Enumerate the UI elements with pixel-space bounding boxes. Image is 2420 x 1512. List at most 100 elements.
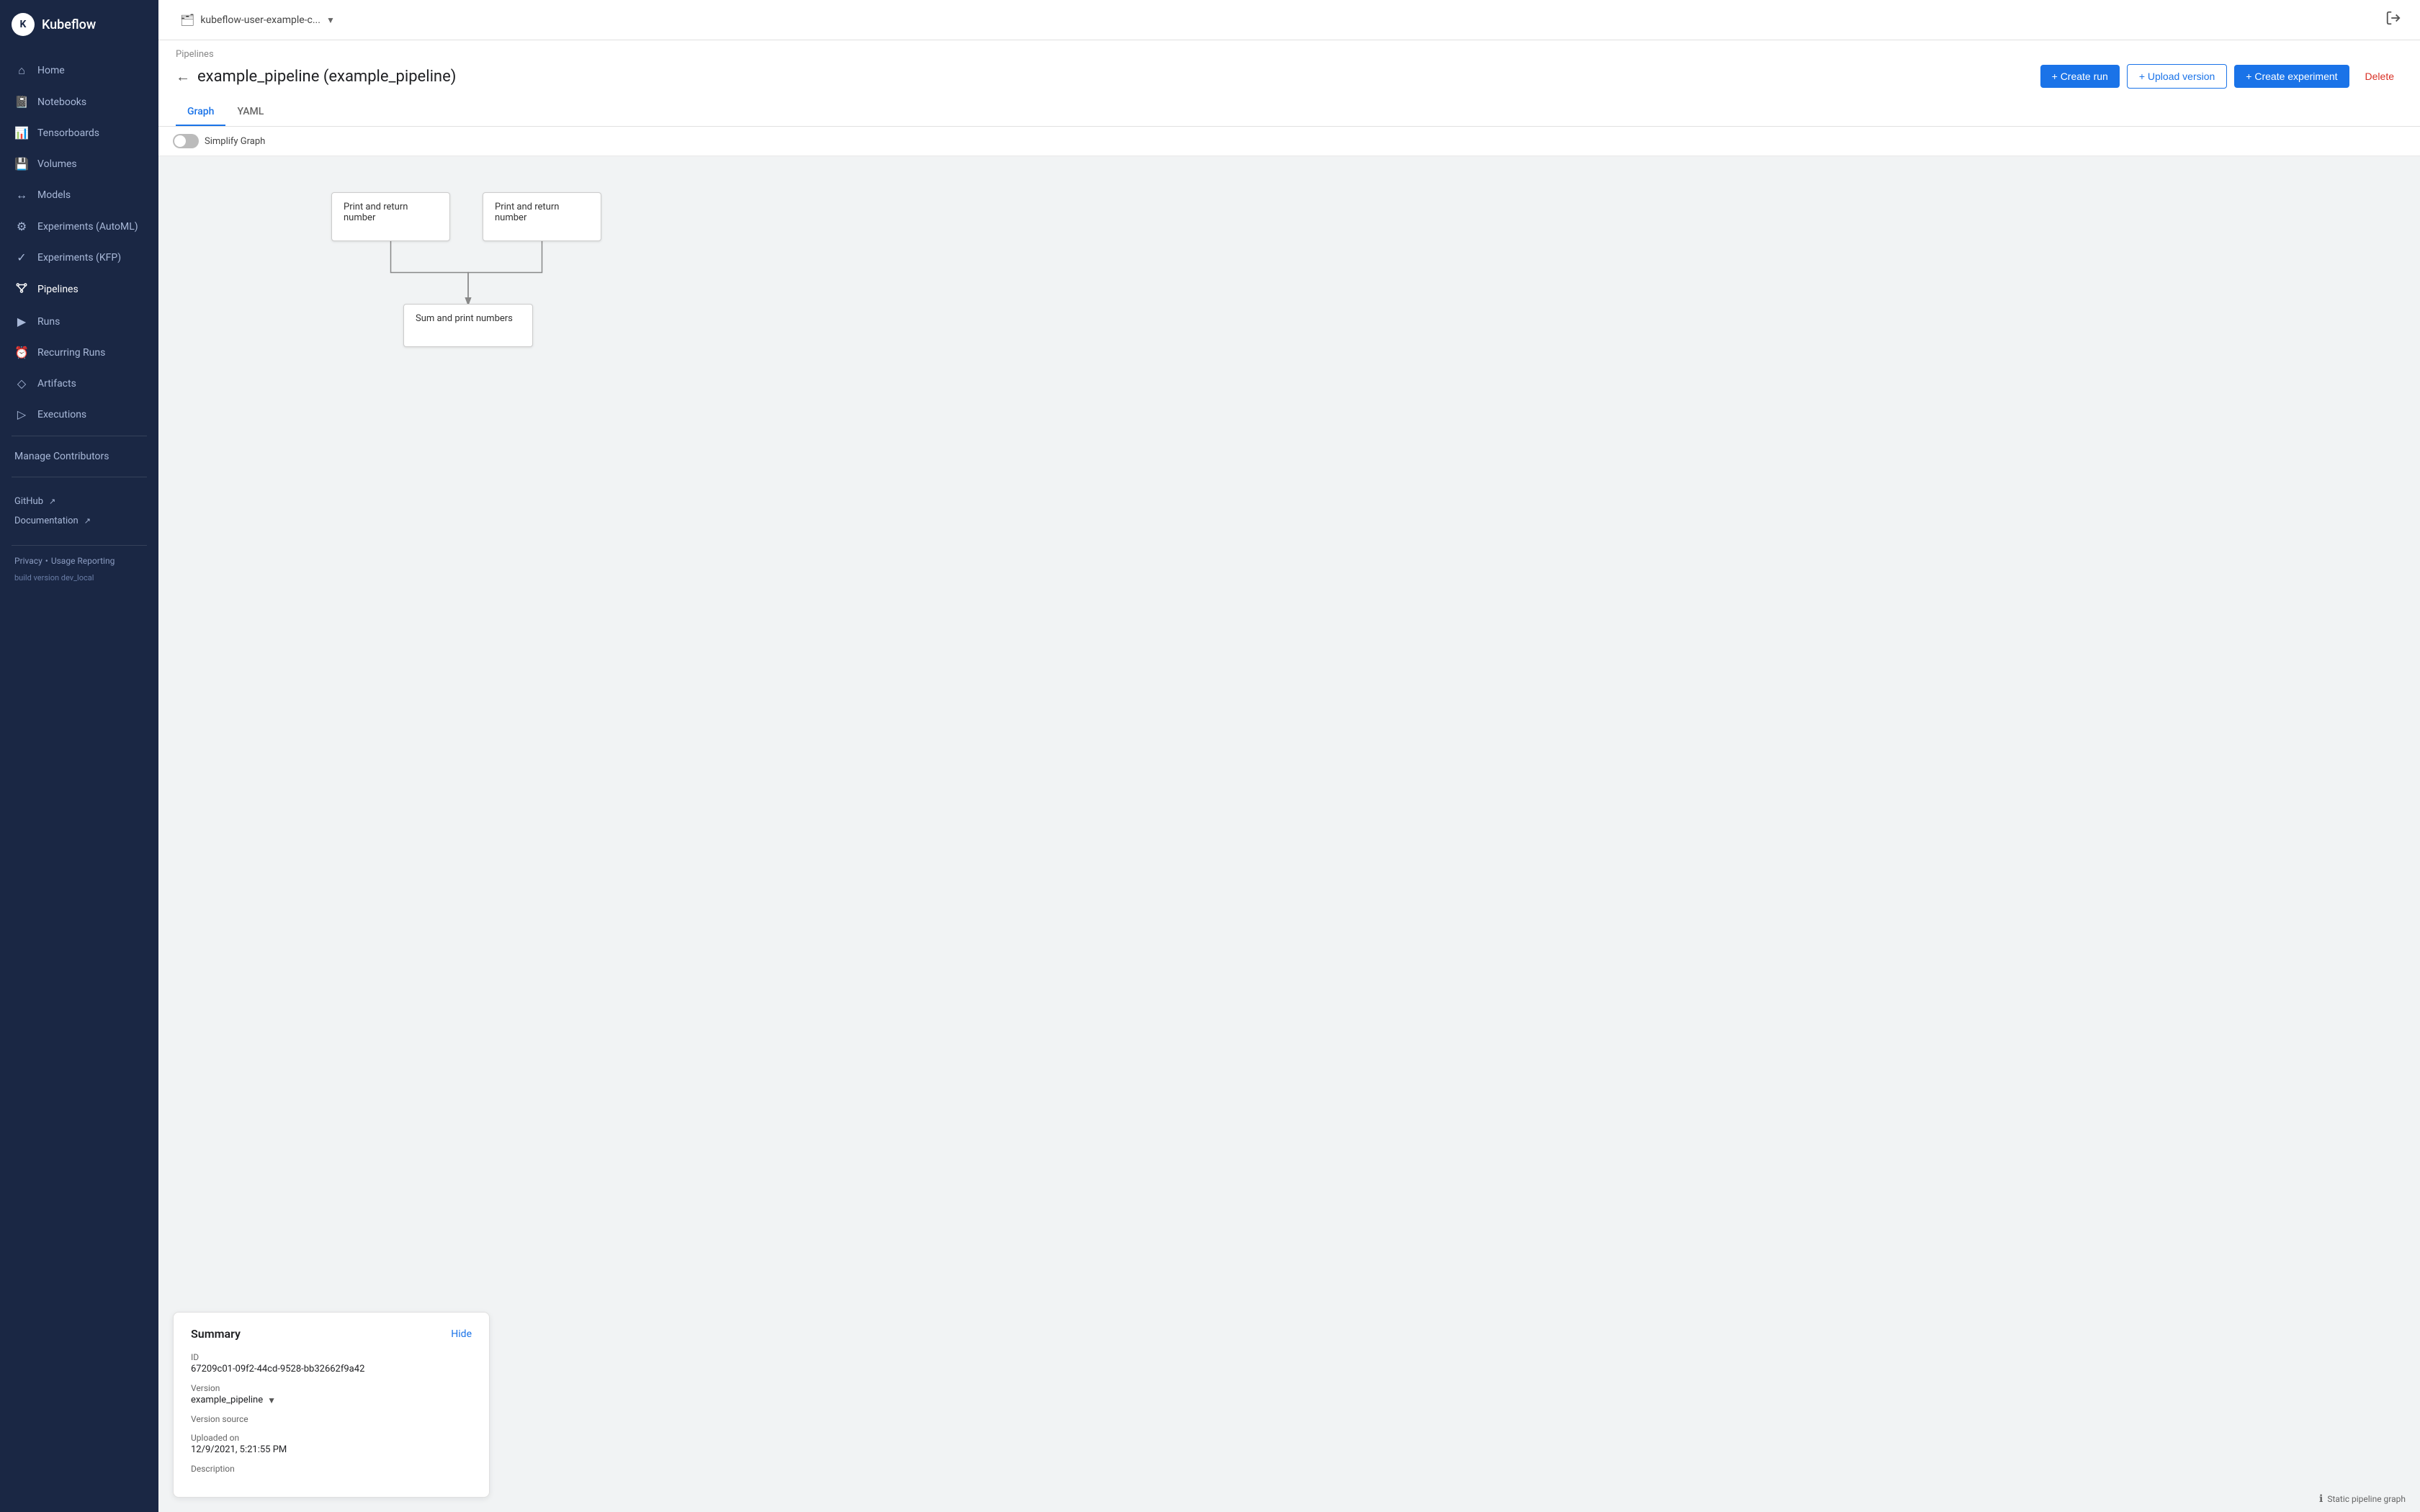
sidebar-item-models[interactable]: ↔ Models: [0, 179, 158, 211]
sidebar-item-executions[interactable]: ▷ Executions: [0, 399, 158, 430]
summary-header: Summary Hide: [191, 1327, 472, 1341]
sidebar-item-notebooks[interactable]: 📓 Notebooks: [0, 86, 158, 117]
summary-hide-button[interactable]: Hide: [451, 1328, 472, 1340]
summary-uploaded-on-field: Uploaded on 12/9/2021, 5:21:55 PM: [191, 1433, 472, 1455]
create-run-button[interactable]: + Create run: [2040, 65, 2120, 88]
summary-version-source-field: Version source: [191, 1414, 472, 1424]
build-version: build version dev_local: [0, 570, 158, 591]
page-header: Pipelines ← example_pipeline (example_pi…: [158, 40, 2420, 127]
chevron-down-icon: ▼: [326, 15, 335, 25]
pipeline-node-3[interactable]: Sum and print numbers: [403, 304, 533, 347]
simplify-toggle-row: Simplify Graph: [158, 127, 2420, 156]
simplify-graph-label: Simplify Graph: [205, 136, 265, 147]
dot-separator: •: [45, 556, 48, 566]
pipeline-node-2[interactable]: Print and returnnumber: [483, 192, 601, 241]
static-graph-label: Static pipeline graph: [2327, 1494, 2406, 1504]
sidebar-nav: ⌂ Home 📓 Notebooks 📊 Tensorboards 💾 Volu…: [0, 49, 158, 1512]
divider-3: [12, 545, 147, 546]
pipeline-node-1[interactable]: Print and returnnumber: [331, 192, 450, 241]
runs-icon: ▶: [14, 315, 29, 328]
manage-contributors-label: Manage Contributors: [14, 451, 109, 462]
executions-icon: ▷: [14, 408, 29, 421]
summary-id-field: ID 67209c01-09f2-44cd-9528-bb32662f9a42: [191, 1352, 472, 1374]
summary-version-source-label: Version source: [191, 1414, 472, 1424]
sidebar-item-label: Experiments (KFP): [37, 252, 121, 264]
sidebar-item-label: Models: [37, 189, 71, 201]
summary-id-label: ID: [191, 1352, 472, 1362]
github-label: GitHub: [14, 496, 43, 507]
tensorboards-icon: 📊: [14, 126, 29, 140]
version-dropdown-icon[interactable]: ▼: [267, 1395, 276, 1405]
sidebar-item-experiments-automl[interactable]: ⚙ Experiments (AutoML): [0, 211, 158, 242]
namespace-label: kubeflow-user-example-c...: [200, 14, 321, 26]
sidebar-item-label: Tensorboards: [37, 127, 99, 139]
sidebar-bottom: GitHub ↗ Documentation ↗: [0, 483, 158, 539]
main-content: 🗂 kubeflow-user-example-c... ▼ Pipelines…: [158, 0, 2420, 1512]
header-actions: + Create run + Upload version + Create e…: [2040, 64, 2403, 89]
page-content: Pipelines ← example_pipeline (example_pi…: [158, 40, 2420, 1512]
privacy-label[interactable]: Privacy: [14, 556, 42, 566]
sidebar-item-label: Executions: [37, 409, 86, 420]
sidebar-item-tensorboards[interactable]: 📊 Tensorboards: [0, 117, 158, 148]
namespace-icon: 🗂: [180, 13, 194, 27]
page-title-text: example_pipeline (example_pipeline): [197, 68, 456, 86]
sidebar-item-label: Pipelines: [37, 284, 79, 295]
models-icon: ↔: [14, 188, 29, 202]
sidebar-item-manage-contributors[interactable]: Manage Contributors: [0, 442, 158, 471]
logo-icon: K: [12, 13, 35, 36]
external-link-icon: ↗: [49, 497, 55, 506]
sidebar-item-label: Home: [37, 65, 65, 76]
sidebar-item-github[interactable]: GitHub ↗: [14, 492, 144, 511]
sidebar: K Kubeflow ⌂ Home 📓 Notebooks 📊 Tensorbo…: [0, 0, 158, 1512]
page-title-row: ← example_pipeline (example_pipeline) + …: [176, 64, 2403, 97]
sidebar-item-volumes[interactable]: 💾 Volumes: [0, 148, 158, 179]
summary-title: Summary: [191, 1327, 241, 1341]
artifacts-icon: ◇: [14, 377, 29, 390]
graph-canvas: Print and returnnumber Print and returnn…: [158, 156, 2420, 1512]
back-button[interactable]: ←: [176, 68, 190, 86]
page-title: ← example_pipeline (example_pipeline): [176, 68, 456, 86]
tabs: Graph YAML: [176, 97, 2403, 126]
info-icon: ℹ: [2319, 1493, 2323, 1505]
summary-version-row: example_pipeline ▼: [191, 1395, 472, 1405]
home-icon: ⌂: [14, 63, 29, 78]
logout-button[interactable]: [2381, 6, 2406, 34]
experiments-automl-icon: ⚙: [14, 220, 29, 233]
sidebar-item-artifacts[interactable]: ◇ Artifacts: [0, 368, 158, 399]
pipeline-area: Simplify Graph Print and returnnumber Pr…: [158, 127, 2420, 1512]
sidebar-item-documentation[interactable]: Documentation ↗: [14, 511, 144, 531]
static-graph-note: ℹ Static pipeline graph: [2319, 1493, 2406, 1505]
node-2-label: Print and returnnumber: [495, 202, 559, 223]
node-3-label: Sum and print numbers: [416, 313, 513, 324]
sidebar-item-recurring-runs[interactable]: ⏰ Recurring Runs: [0, 337, 158, 368]
breadcrumb: Pipelines: [176, 49, 2403, 60]
sidebar-item-label: Recurring Runs: [37, 347, 105, 359]
usage-reporting-label[interactable]: Usage Reporting: [51, 556, 115, 566]
sidebar-item-label: Runs: [37, 316, 60, 328]
notebooks-icon: 📓: [14, 95, 29, 109]
simplify-toggle-switch[interactable]: [173, 134, 199, 148]
upload-version-button[interactable]: + Upload version: [2127, 64, 2227, 89]
tab-graph[interactable]: Graph: [176, 100, 225, 126]
tab-yaml[interactable]: YAML: [225, 100, 275, 126]
summary-description-field: Description: [191, 1464, 472, 1474]
create-experiment-button[interactable]: + Create experiment: [2234, 65, 2349, 88]
summary-id-value: 67209c01-09f2-44cd-9528-bb32662f9a42: [191, 1364, 472, 1374]
summary-version-label: Version: [191, 1383, 472, 1393]
sidebar-item-home[interactable]: ⌂ Home: [0, 55, 158, 86]
app-name: Kubeflow: [42, 17, 96, 32]
namespace-selector[interactable]: 🗂 kubeflow-user-example-c... ▼: [173, 9, 342, 31]
node-1-label: Print and returnnumber: [344, 202, 408, 223]
volumes-icon: 💾: [14, 157, 29, 171]
sidebar-item-label: Volumes: [37, 158, 77, 170]
summary-uploaded-on-label: Uploaded on: [191, 1433, 472, 1443]
graph-arrows: [158, 156, 2420, 1512]
delete-button[interactable]: Delete: [2357, 65, 2403, 88]
sidebar-item-runs[interactable]: ▶ Runs: [0, 306, 158, 337]
summary-description-label: Description: [191, 1464, 472, 1474]
sidebar-item-experiments-kfp[interactable]: ✓ Experiments (KFP): [0, 242, 158, 273]
app-logo: K Kubeflow: [0, 0, 158, 49]
sidebar-item-pipelines[interactable]: Pipelines: [0, 273, 158, 306]
summary-panel: Summary Hide ID 67209c01-09f2-44cd-9528-…: [173, 1312, 490, 1498]
sidebar-item-label: Notebooks: [37, 96, 86, 108]
